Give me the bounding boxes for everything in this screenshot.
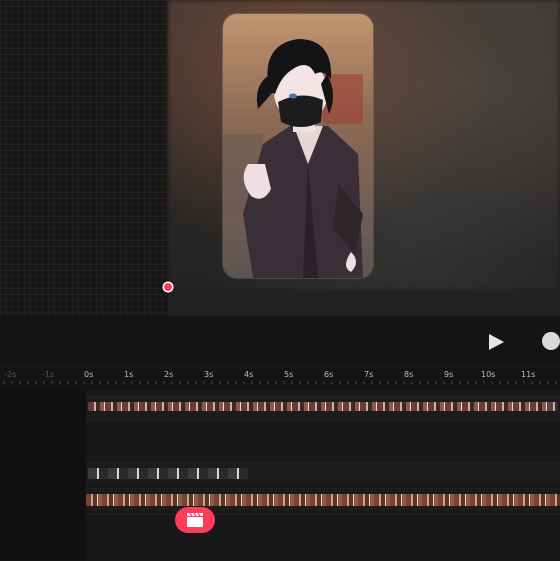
ruler-ticks [3, 381, 557, 384]
record-button[interactable] [542, 332, 560, 350]
main-video-clip[interactable] [86, 494, 560, 506]
ruler-tick-label: 11s [521, 370, 536, 379]
playback-controls [0, 318, 560, 366]
track-lane [86, 514, 560, 561]
ruler-tick-label: 9s [444, 370, 454, 379]
ruler-tick-label: 10s [481, 370, 496, 379]
clapperboard-icon [187, 512, 203, 527]
ruler-tick-label: 1s [124, 370, 134, 379]
ruler-tick-label: 4s [244, 370, 254, 379]
ruler-tick-label: 5s [284, 370, 294, 379]
add-clip-button[interactable] [175, 507, 215, 533]
timeline-tracks [0, 390, 560, 561]
ruler-tick-label: 8s [404, 370, 414, 379]
play-icon [489, 334, 504, 350]
ruler-tick-label: 3s [204, 370, 214, 379]
canvas-grid [0, 0, 168, 316]
character-image [223, 14, 373, 278]
video-preview [0, 0, 560, 316]
track-header-column [0, 390, 86, 560]
ruler-tick-label: 0s [84, 370, 94, 379]
audio-waveform-clip[interactable] [88, 402, 558, 411]
preview-bottom-bar [168, 290, 560, 316]
track-lane [86, 462, 560, 485]
keyframe-marker[interactable] [164, 283, 172, 291]
time-ruler[interactable]: -2s -1s 0s 1s 2s 3s 4s 5s 6s 7s 8s 9s 10… [0, 366, 560, 389]
ruler-tick-label: 7s [364, 370, 374, 379]
track-lane [86, 488, 560, 511]
track-lane [86, 396, 560, 419]
video-frame[interactable] [223, 14, 373, 278]
overlay-clip[interactable] [88, 468, 248, 479]
ruler-tick-label: 2s [164, 370, 174, 379]
ruler-tick-label: 6s [324, 370, 334, 379]
play-button[interactable] [486, 332, 506, 352]
ruler-tick-label: -1s [42, 370, 55, 379]
ruler-tick-label: -2s [4, 370, 17, 379]
track-lane [86, 420, 560, 461]
